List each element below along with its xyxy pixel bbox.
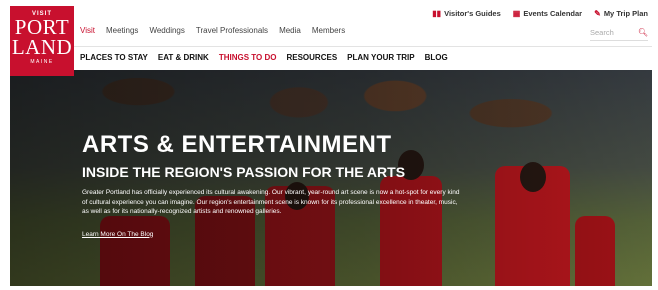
visit-portland-logo[interactable]: VISIT PORT LAND MAINE <box>10 6 74 76</box>
primary-nav: Visit Meetings Weddings Travel Professio… <box>80 26 345 35</box>
nav-travel-professionals[interactable]: Travel Professionals <box>196 26 268 35</box>
events-calendar-label: Events Calendar <box>523 9 583 18</box>
search-icon[interactable]: 🔍︎ <box>638 28 648 37</box>
nav-meetings[interactable]: Meetings <box>106 26 138 35</box>
logo-maine: MAINE <box>30 59 54 65</box>
nav-places-to-stay[interactable]: PLACES TO STAY <box>80 53 148 62</box>
pencil-icon: ✎ <box>594 9 601 18</box>
learn-more-link[interactable]: Learn More On The Blog <box>82 231 153 238</box>
nav-weddings[interactable]: Weddings <box>149 26 184 35</box>
nav-resources[interactable]: RESOURCES <box>286 53 337 62</box>
hero-title: ARTS & ENTERTAINMENT <box>82 131 392 158</box>
nav-eat-drink[interactable]: EAT & DRINK <box>158 53 209 62</box>
nav-things-to-do[interactable]: THINGS TO DO <box>219 53 277 62</box>
hero-text: ARTS & ENTERTAINMENT INSIDE THE REGION'S… <box>82 132 462 241</box>
hero-banner: ARTS & ENTERTAINMENT INSIDE THE REGION'S… <box>10 70 652 286</box>
nav-media[interactable]: Media <box>279 26 301 35</box>
nav-blog[interactable]: BLOG <box>425 53 448 62</box>
page-frame: VISIT PORT LAND MAINE ▮▮ Visitor's Guide… <box>10 6 652 286</box>
events-calendar-link[interactable]: ▦ Events Calendar <box>513 9 582 18</box>
my-trip-plan-label: My Trip Plan <box>603 9 648 18</box>
nav-members[interactable]: Members <box>312 26 345 35</box>
search-input[interactable]: Search 🔍︎ <box>590 24 648 41</box>
hero-description: Greater Portland has officially experien… <box>82 189 460 215</box>
utility-bar: ▮▮ Visitor's Guides ▦ Events Calendar ✎ … <box>432 9 648 18</box>
calendar-icon: ▦ <box>512 9 521 18</box>
visitors-guides-label: Visitor's Guides <box>444 9 501 18</box>
visitors-guides-link[interactable]: ▮▮ Visitor's Guides <box>432 9 500 18</box>
logo-port: PORT <box>14 15 70 39</box>
nav-visit[interactable]: Visit <box>80 26 95 35</box>
book-icon: ▮▮ <box>432 9 442 18</box>
my-trip-plan-link[interactable]: ✎ My Trip Plan <box>594 9 648 18</box>
search-placeholder: Search <box>590 27 614 37</box>
nav-plan-your-trip[interactable]: PLAN YOUR TRIP <box>347 53 414 62</box>
secondary-nav: PLACES TO STAY EAT & DRINK THINGS TO DO … <box>80 53 448 62</box>
nav-divider <box>74 46 652 47</box>
hero-subtitle: INSIDE THE REGION'S PASSION FOR THE ARTS <box>82 164 406 180</box>
logo-land: LAND <box>11 35 73 59</box>
